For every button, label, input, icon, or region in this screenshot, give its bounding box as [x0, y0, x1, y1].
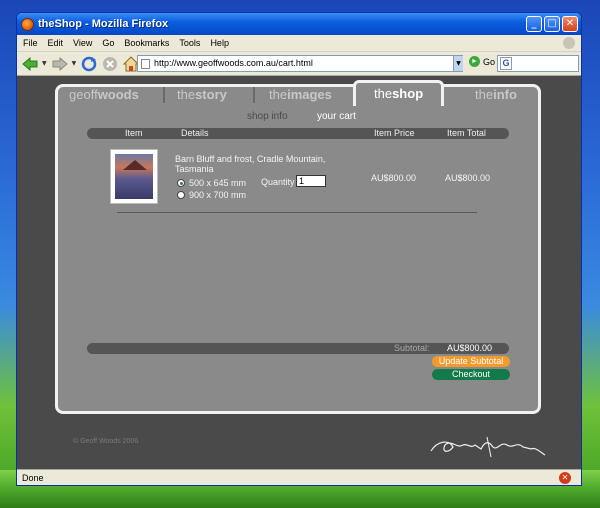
item-total: AU$800.00 — [445, 173, 491, 183]
header-item-total: Item Total — [447, 128, 486, 138]
status-bar: Done ✕ — [17, 469, 581, 485]
header-details: Details — [181, 128, 209, 138]
product-thumbnail[interactable] — [110, 149, 158, 204]
subtotal-value: AU$800.00 — [447, 343, 493, 353]
menu-file[interactable]: File — [23, 38, 38, 48]
forward-arrow-icon — [52, 56, 68, 71]
size-label: 900 x 700 mm — [189, 190, 247, 200]
tab-theimages[interactable]: theimages — [269, 84, 332, 106]
minimize-button[interactable]: _ — [526, 16, 542, 32]
header-item-price: Item Price — [374, 128, 415, 138]
subtab-shop-info[interactable]: shop info — [247, 111, 288, 122]
size-option-large[interactable]: 900 x 700 mm — [177, 190, 246, 200]
quantity-field[interactable]: 1 — [296, 175, 326, 187]
menu-edit[interactable]: Edit — [48, 38, 64, 48]
status-text: Done — [22, 473, 44, 483]
quantity-label: Quantity — [261, 177, 295, 187]
product-image — [115, 154, 153, 199]
throbber-icon — [563, 37, 575, 49]
menu-bookmarks[interactable]: Bookmarks — [124, 38, 169, 48]
tab-thestory[interactable]: thestory — [177, 84, 227, 106]
status-stop-icon: ✕ — [559, 472, 571, 484]
menu-go[interactable]: Go — [102, 38, 114, 48]
stop-icon — [103, 56, 118, 71]
navigation-toolbar: ▼ ▼ http://www.geoffwoods.com.au/cart.ht… — [17, 52, 581, 76]
update-subtotal-button[interactable]: Update Subtotal — [432, 356, 510, 367]
menu-tools[interactable]: Tools — [179, 38, 200, 48]
subtotal-label: Subtotal: — [394, 343, 430, 353]
row-divider — [117, 212, 477, 213]
tab-divider — [253, 87, 255, 103]
search-input[interactable]: G — [497, 55, 579, 72]
go-label: Go — [483, 56, 496, 67]
forward-button[interactable] — [51, 55, 69, 73]
google-icon: G — [500, 57, 512, 70]
checkout-button[interactable]: Checkout — [432, 369, 510, 380]
size-option-small[interactable]: 500 x 645 mm — [177, 178, 246, 188]
menu-bar: File Edit View Go Bookmarks Tools Help — [17, 35, 581, 52]
firefox-icon — [21, 17, 34, 31]
site-nav-tabs: geoffwoods thestory theimages theshop th… — [55, 80, 541, 106]
back-arrow-icon — [22, 56, 38, 71]
go-button[interactable]: ► Go — [469, 56, 495, 67]
back-button[interactable] — [21, 55, 39, 73]
forward-dropdown-icon[interactable]: ▼ — [72, 60, 77, 67]
page-content: geoffwoods thestory theimages theshop th… — [17, 76, 581, 469]
radio-unselected[interactable] — [177, 191, 185, 199]
subtotal-bar: Subtotal: AU$800.00 — [87, 343, 509, 354]
back-dropdown-icon[interactable]: ▼ — [42, 60, 47, 67]
browser-window: theShop - Mozilla Firefox _ □ ✕ File Edi… — [16, 12, 582, 486]
radio-selected[interactable] — [177, 179, 185, 187]
tab-theshop[interactable]: theshop — [353, 80, 445, 106]
reload-icon — [82, 56, 97, 71]
signature-logo — [430, 436, 546, 458]
close-button[interactable]: ✕ — [562, 16, 578, 32]
window-title: theShop - Mozilla Firefox — [38, 18, 169, 30]
page-icon — [141, 59, 150, 69]
tab-divider — [163, 87, 165, 103]
go-arrow-icon: ► — [469, 56, 480, 67]
menu-help[interactable]: Help — [210, 38, 229, 48]
tab-theinfo[interactable]: theinfo — [475, 84, 517, 106]
header-item: Item — [125, 128, 143, 138]
item-price: AU$800.00 — [371, 173, 417, 183]
copyright-text: © Geoff Woods 2006 — [73, 438, 139, 445]
url-dropdown-icon[interactable]: ▼ — [453, 56, 463, 71]
url-text: http://www.geoffwoods.com.au/cart.html — [154, 58, 313, 68]
size-label: 500 x 645 mm — [189, 178, 247, 188]
product-name: Barn Bluff and frost, Cradle Mountain, T… — [175, 154, 326, 174]
maximize-button[interactable]: □ — [544, 16, 560, 32]
menu-view[interactable]: View — [73, 38, 92, 48]
stop-button[interactable] — [101, 55, 119, 73]
subtab-your-cart[interactable]: your cart — [317, 111, 356, 122]
reload-button[interactable] — [80, 55, 98, 73]
tab-geoffwoods[interactable]: geoffwoods — [69, 84, 139, 106]
address-bar[interactable]: http://www.geoffwoods.com.au/cart.html — [137, 55, 463, 72]
title-bar: theShop - Mozilla Firefox _ □ ✕ — [17, 13, 581, 35]
cart-table-header: Item Details Item Price Item Total — [87, 128, 509, 139]
